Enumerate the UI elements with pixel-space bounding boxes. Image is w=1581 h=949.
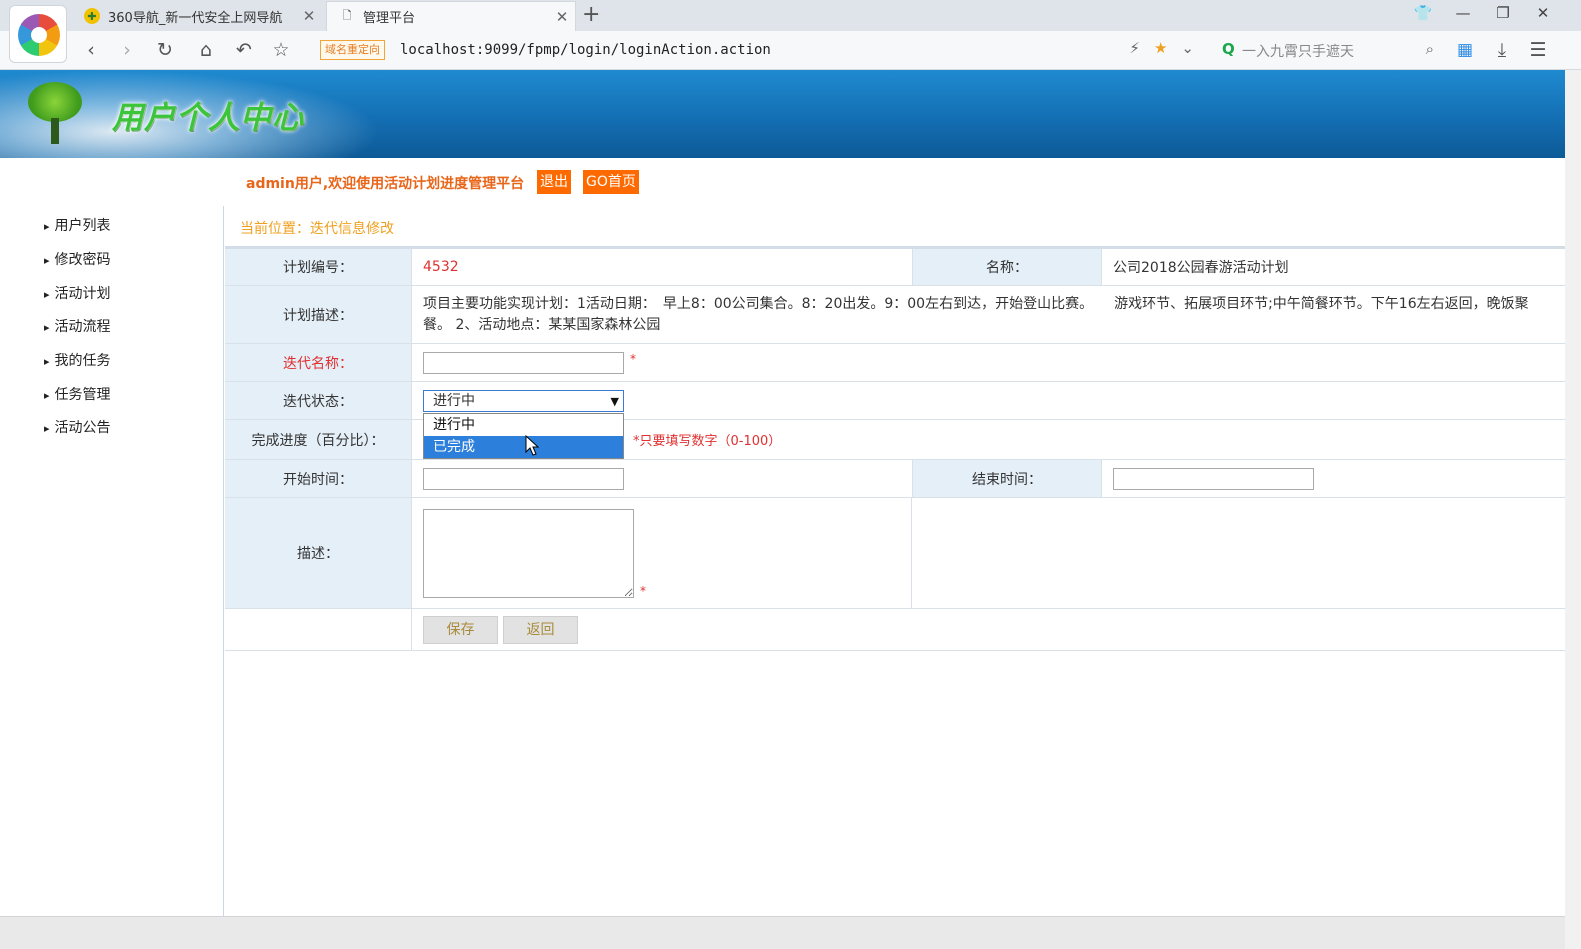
bookmark-star-icon[interactable]: ★: [1154, 39, 1167, 57]
sidebar: 用户列表 修改密码 活动计划 活动流程 我的任务 任务管理 活动公告: [0, 206, 224, 920]
sidebar-item-change-password[interactable]: 修改密码: [44, 249, 111, 269]
download-icon[interactable]: ⤓: [1489, 37, 1515, 63]
back-button[interactable]: 返回: [503, 615, 578, 644]
restore-button[interactable]: ❐: [1488, 4, 1518, 22]
sidebar-item-my-tasks[interactable]: 我的任务: [44, 350, 111, 370]
browser-logo: [9, 5, 67, 63]
minimize-button[interactable]: —: [1448, 4, 1478, 22]
desc-label: 描述：: [225, 498, 412, 608]
sidebar-item-task-management[interactable]: 任务管理: [44, 384, 111, 404]
progress-hint: *只要填写数字（0-100）: [633, 434, 782, 449]
welcome-text: admin用户,欢迎使用活动计划进度管理平台: [246, 176, 525, 192]
banner-title: 用户个人中心: [112, 100, 304, 136]
banner: 用户个人中心: [0, 70, 1565, 158]
progress-label: 完成进度（百分比）：: [225, 420, 412, 459]
redirect-badge[interactable]: 域名重定向: [320, 40, 385, 60]
welcome-bar: admin用户,欢迎使用活动计划进度管理平台 退出 GO首页: [0, 158, 1565, 206]
reload-icon[interactable]: ↻: [152, 37, 178, 63]
search-placeholder: 一入九霄只手遮天: [1242, 44, 1354, 60]
favorite-star-icon[interactable]: ☆: [268, 37, 294, 63]
browser-tab-bar: ✚ 360导航_新一代安全上网导航 ✕ 🗋 管理平台 ✕ + 👕 — ❐ ✕: [0, 0, 1581, 31]
home-icon[interactable]: ⌂: [193, 37, 219, 63]
search-input[interactable]: Q 一入九霄只手遮天 ⌕: [1212, 36, 1442, 65]
forward-icon[interactable]: ›: [114, 37, 140, 63]
chevron-down-icon[interactable]: ⌄: [1181, 39, 1194, 57]
close-icon[interactable]: ✕: [549, 8, 575, 26]
url-text[interactable]: localhost:9099/fpmp/login/loginAction.ac…: [400, 42, 771, 58]
end-label: 结束时间：: [912, 460, 1102, 497]
desc-textarea[interactable]: [423, 508, 634, 598]
tab-360-nav[interactable]: ✚ 360导航_新一代安全上网导航 ✕: [72, 1, 322, 31]
plan-desc-value: 项目主要功能实现计划：1活动日期： 早上8：00公司集合。8：20出发。9：00…: [423, 295, 1529, 333]
iter-status-label: 迭代状态：: [225, 382, 412, 419]
go-home-button[interactable]: GO首页: [583, 170, 639, 194]
iter-status-dropdown: 进行中 已完成: [423, 413, 624, 459]
plan-desc-label: 计划描述：: [225, 286, 412, 343]
form-row-actions: 保存 返回: [225, 609, 1565, 651]
iter-status-selected: 进行中: [433, 393, 475, 409]
tab-title: 360导航_新一代安全上网导航: [108, 10, 283, 26]
sidebar-item-activity-flow[interactable]: 活动流程: [44, 316, 111, 336]
chevron-down-icon[interactable]: ▼: [611, 391, 619, 412]
undo-icon[interactable]: ↶: [231, 37, 257, 63]
page-scrollbar[interactable]: [1565, 70, 1581, 949]
menu-icon[interactable]: ☰: [1525, 37, 1551, 63]
iter-name-input[interactable]: [423, 351, 624, 374]
page: 用户个人中心 admin用户,欢迎使用活动计划进度管理平台 退出 GO首页 用户…: [0, 70, 1565, 949]
skin-icon[interactable]: 👕: [1408, 4, 1438, 22]
start-label: 开始时间：: [225, 460, 412, 497]
360-nav-icon: ✚: [84, 8, 100, 24]
search-engine-icon: Q: [1222, 40, 1235, 58]
iter-name-label: 迭代名称：: [225, 344, 412, 381]
lightning-icon[interactable]: ⚡: [1129, 39, 1140, 57]
iteration-form: 计划编号： 4532 名称： 公司2018公园春游活动计划 计划描述： 项目主要…: [225, 246, 1565, 651]
form-row-iter-name: 迭代名称： *: [225, 344, 1565, 382]
logout-button[interactable]: 退出: [537, 170, 571, 194]
new-tab-button[interactable]: +: [582, 2, 600, 27]
required-mark: *: [640, 584, 646, 598]
form-row-dates: 开始时间： 结束时间：: [225, 460, 1565, 498]
form-row-plan-no: 计划编号： 4532 名称： 公司2018公园春游活动计划: [225, 249, 1565, 286]
status-option-completed[interactable]: 已完成: [424, 436, 623, 458]
name-value: 公司2018公园春游活动计划: [1113, 260, 1289, 276]
end-date-input[interactable]: [1113, 467, 1314, 490]
tab-admin-platform[interactable]: 🗋 管理平台 ✕: [326, 1, 576, 31]
plan-no-label: 计划编号：: [225, 249, 412, 285]
apps-grid-icon[interactable]: ▦: [1452, 37, 1478, 63]
iter-status-select[interactable]: 进行中 ▼: [423, 390, 624, 412]
name-label: 名称：: [912, 249, 1102, 285]
start-date-input[interactable]: [423, 467, 624, 490]
page-icon: 🗋: [342, 9, 352, 22]
sidebar-item-announcements[interactable]: 活动公告: [44, 417, 111, 437]
save-button[interactable]: 保存: [423, 615, 498, 644]
status-option-in-progress[interactable]: 进行中: [424, 414, 623, 436]
search-icon[interactable]: ⌕: [1426, 40, 1434, 58]
form-row-plan-desc: 计划描述： 项目主要功能实现计划：1活动日期： 早上8：00公司集合。8：20出…: [225, 286, 1565, 344]
close-icon[interactable]: ✕: [296, 7, 322, 25]
required-mark: *: [630, 352, 636, 366]
close-window-button[interactable]: ✕: [1528, 4, 1558, 22]
main-content: 当前位置：迭代信息修改 计划编号： 4532 名称： 公司2018公园春游活动计…: [225, 206, 1565, 920]
sidebar-item-activity-plan[interactable]: 活动计划: [44, 283, 111, 303]
address-bar[interactable]: 域名重定向 localhost:9099/fpmp/login/loginAct…: [312, 36, 1194, 65]
browser-toolbar: ‹ › ↻ ⌂ ↶ ☆ 域名重定向 localhost:9099/fpmp/lo…: [0, 31, 1581, 70]
breadcrumb: 当前位置：迭代信息修改: [240, 221, 394, 237]
form-row-desc: 描述： *: [225, 498, 1565, 609]
plan-no-value: 4532: [423, 259, 459, 275]
mouse-cursor-icon: [525, 435, 539, 456]
tree-logo-icon: [20, 82, 90, 148]
sidebar-item-user-list[interactable]: 用户列表: [44, 215, 111, 235]
back-icon[interactable]: ‹: [78, 37, 104, 63]
tab-title: 管理平台: [363, 11, 416, 26]
status-bar: [0, 916, 1565, 949]
